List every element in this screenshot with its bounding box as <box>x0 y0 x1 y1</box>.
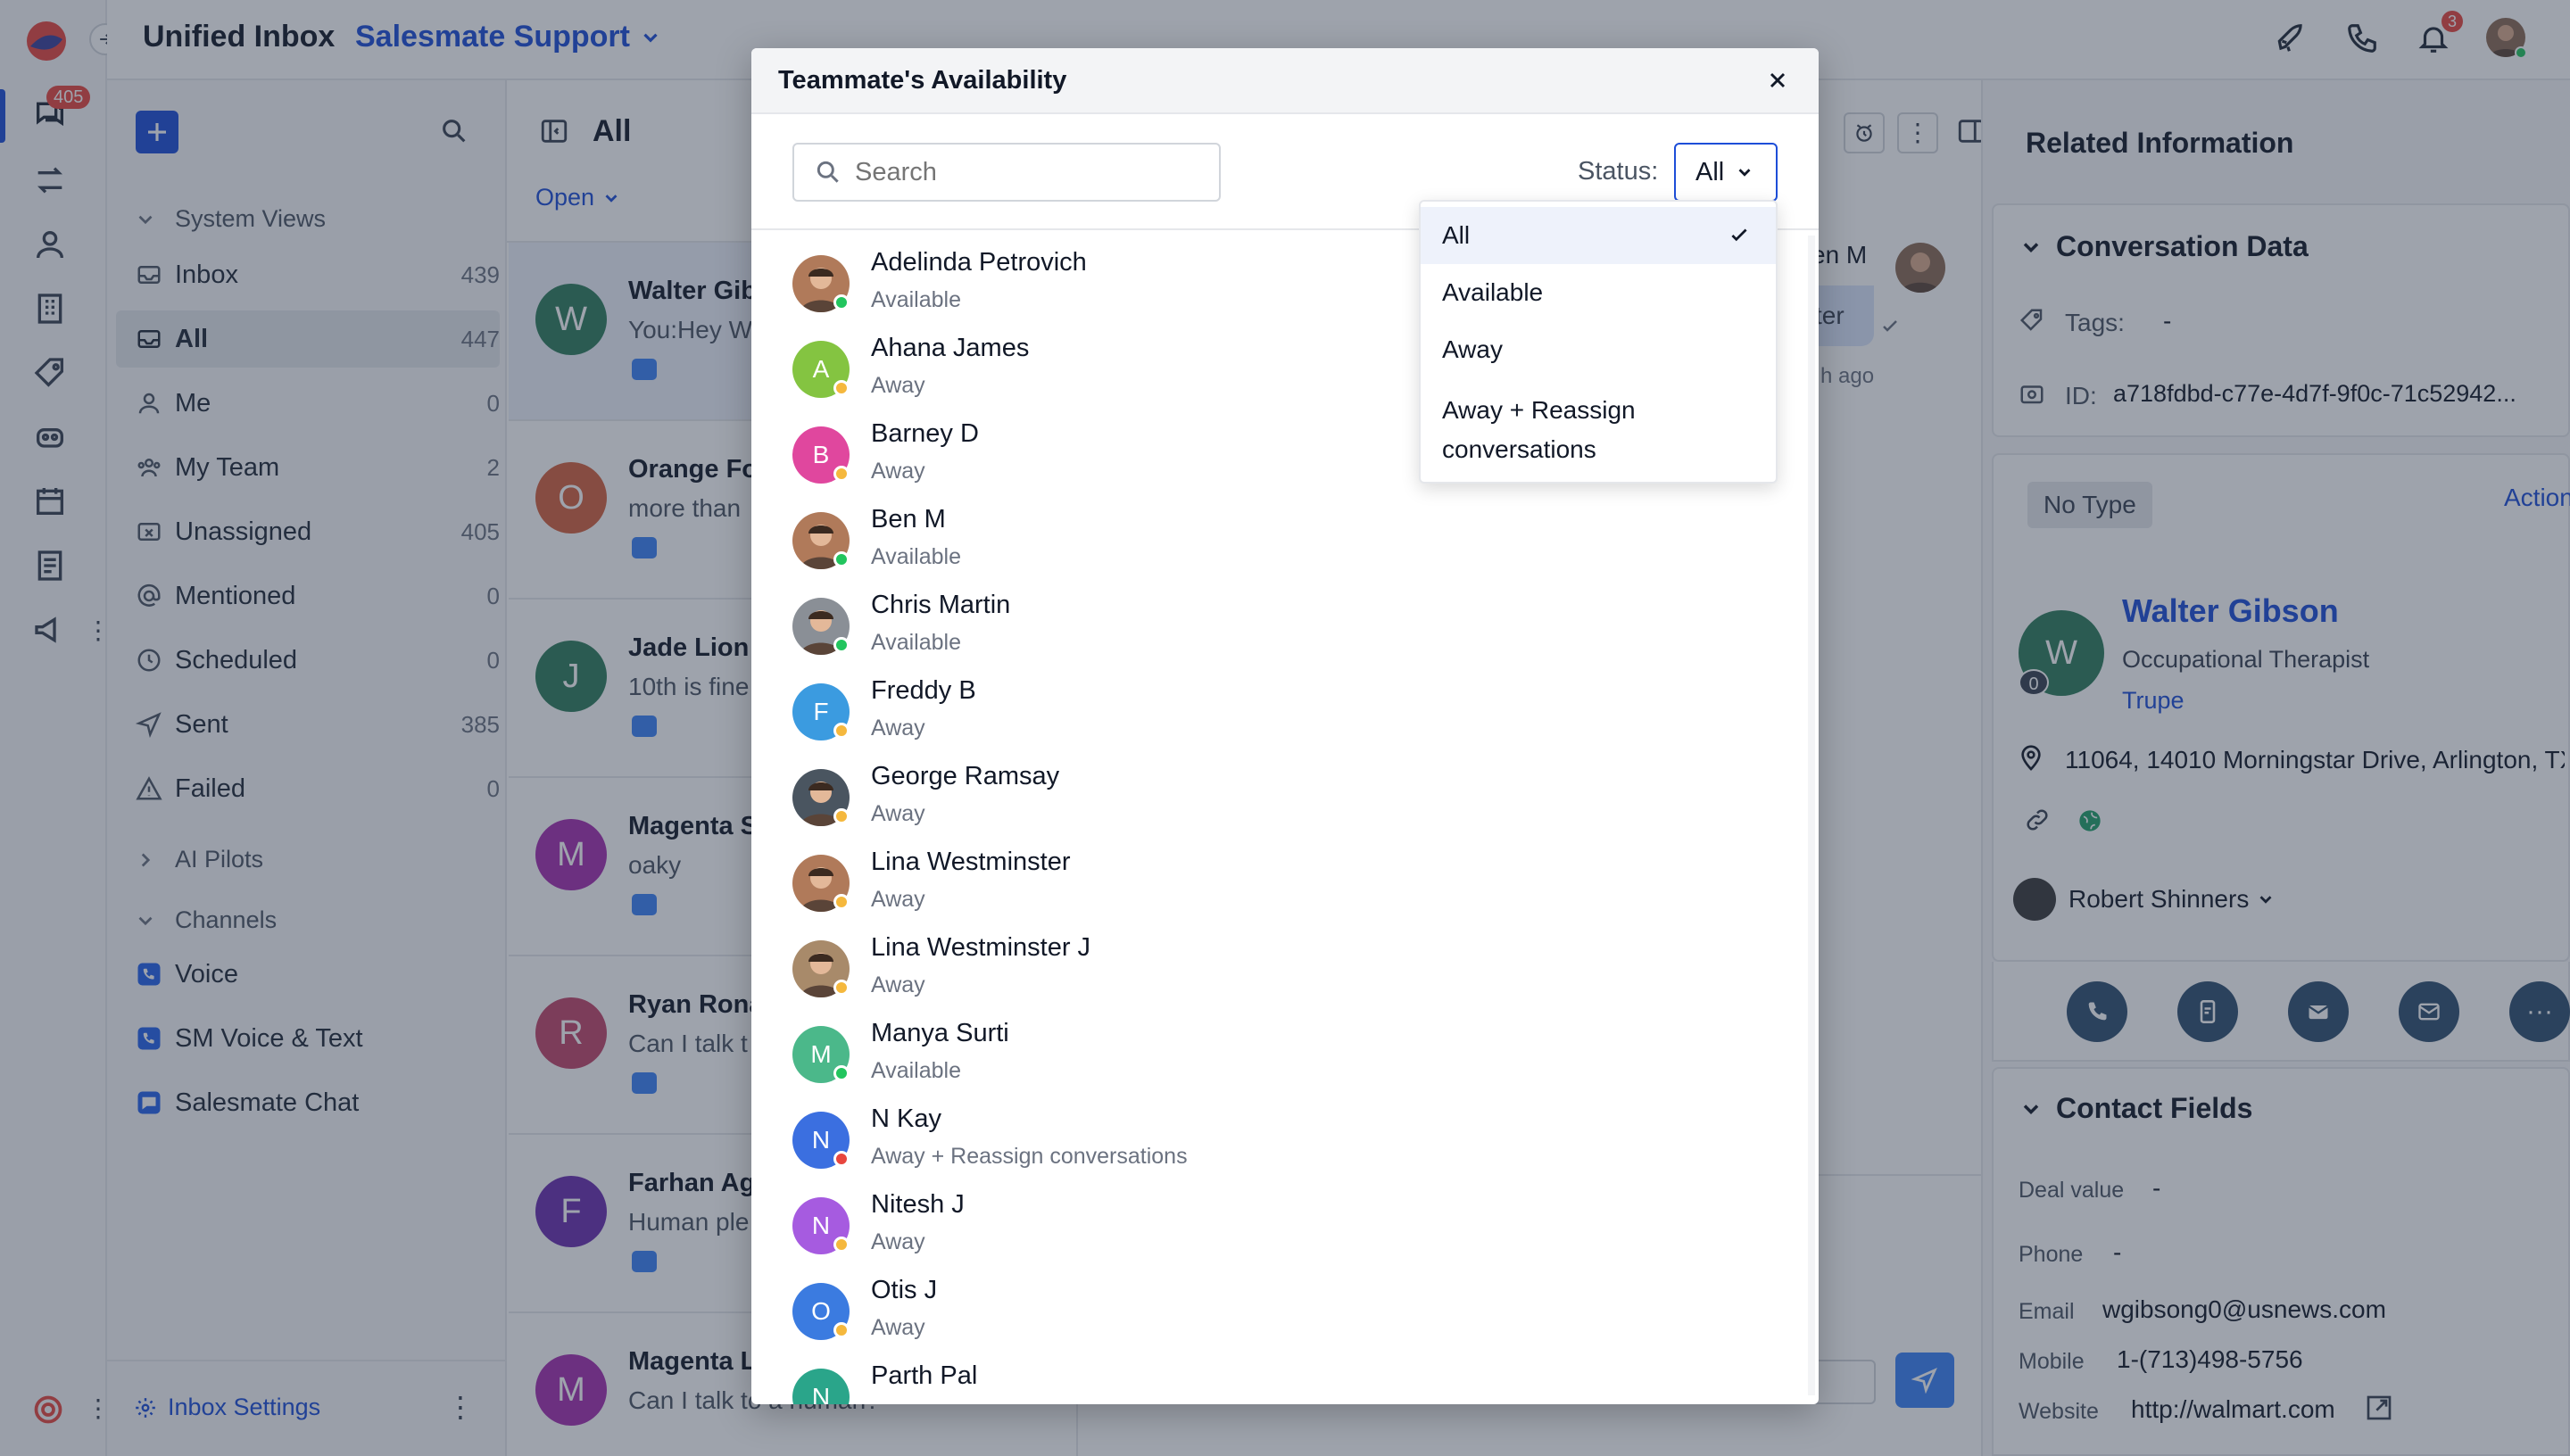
teammate-name: Ahana James <box>871 334 1030 362</box>
teammate-row[interactable]: M Manya Surti Available <box>792 1015 1819 1101</box>
presence-status-dot <box>833 294 850 310</box>
presence-status-dot <box>833 1322 850 1338</box>
presence-status-dot <box>833 637 850 653</box>
teammate-name: Manya Surti <box>871 1019 1009 1047</box>
teammate-status: Away <box>871 887 925 912</box>
search-icon <box>814 158 842 186</box>
chevron-down-icon <box>1735 162 1754 182</box>
option-label-continued: conversations <box>1442 435 1596 463</box>
status-filter-label: Status: <box>1578 157 1659 186</box>
teammate-status: Available <box>871 287 962 312</box>
modal-title: Teammate's Availability <box>778 66 1067 95</box>
teammate-status: Away <box>871 1229 925 1254</box>
option-label: Away <box>1442 335 1503 363</box>
teammate-status: Away <box>871 716 925 740</box>
presence-status-dot <box>833 1237 850 1253</box>
check-icon <box>1728 224 1751 247</box>
teammate-status: Available <box>871 1058 962 1083</box>
search-input[interactable] <box>855 157 1212 187</box>
teammate-name: Parth Pal <box>871 1361 978 1390</box>
presence-status-dot <box>833 1151 850 1167</box>
presence-status-dot <box>833 808 850 824</box>
teammate-row[interactable]: F Freddy B Away <box>792 673 1819 758</box>
teammate-name: Ben M <box>871 505 946 534</box>
teammate-name: N Kay <box>871 1104 941 1133</box>
status-option-available[interactable]: Available <box>1421 264 1776 321</box>
presence-status-dot <box>833 1065 850 1081</box>
modal-search-box[interactable] <box>792 143 1221 202</box>
teammate-row[interactable]: N Parth Pal <box>792 1358 1819 1404</box>
status-option-away[interactable]: Away <box>1421 321 1776 378</box>
presence-status-dot <box>833 380 850 396</box>
status-option-away-reassign[interactable]: Away + Reassign conversations <box>1421 380 1776 463</box>
option-label: All <box>1442 221 1471 249</box>
teammate-status: Away <box>871 373 925 398</box>
status-filter-select[interactable]: All <box>1674 143 1778 202</box>
teammate-name: Nitesh J <box>871 1190 965 1219</box>
teammate-status: Away + Reassign conversations <box>871 1144 1188 1169</box>
presence-status-dot <box>833 723 850 739</box>
teammate-row[interactable]: NN Kay Away + Reassign conversations <box>792 1101 1819 1187</box>
option-label: Away + Reassign <box>1442 396 1636 424</box>
teammate-status: Away <box>871 1315 925 1340</box>
status-option-all[interactable]: All <box>1421 207 1776 264</box>
teammate-row[interactable]: N Nitesh J Away <box>792 1187 1819 1272</box>
teammate-row[interactable]: George Ramsay Away <box>792 758 1819 844</box>
status-selected-value: All <box>1695 157 1725 186</box>
teammate-status: Available <box>871 544 962 569</box>
close-icon[interactable] <box>1765 68 1790 93</box>
teammate-row[interactable]: Ben M Available <box>792 501 1819 587</box>
teammate-row[interactable]: Lina Westminster Away <box>792 844 1819 930</box>
teammate-name: Lina Westminster <box>871 848 1071 876</box>
teammate-name: Adelinda Petrovich <box>871 248 1087 277</box>
teammate-row[interactable]: O Otis J Away <box>792 1272 1819 1358</box>
option-label: Available <box>1442 278 1544 306</box>
presence-status-dot <box>833 466 850 482</box>
teammate-name: Barney D <box>871 419 979 448</box>
teammate-name: Freddy B <box>871 676 976 705</box>
teammate-name: Chris Martin <box>871 591 1011 619</box>
teammate-status: Away <box>871 972 925 997</box>
teammate-name: George Ramsay <box>871 762 1060 790</box>
presence-status-dot <box>833 894 850 910</box>
presence-status-dot <box>833 551 850 567</box>
presence-status-dot <box>833 980 850 996</box>
teammate-row[interactable]: Chris Martin Available <box>792 587 1819 673</box>
teammate-status: Available <box>871 630 962 655</box>
teammate-initial-avatar: N <box>792 1369 850 1404</box>
teammate-status: Away <box>871 801 925 826</box>
teammate-name: Lina Westminster J <box>871 933 1091 962</box>
teammate-row[interactable]: Lina Westminster J Away <box>792 930 1819 1015</box>
teammate-status: Away <box>871 459 925 484</box>
teammate-name: Otis J <box>871 1276 938 1304</box>
